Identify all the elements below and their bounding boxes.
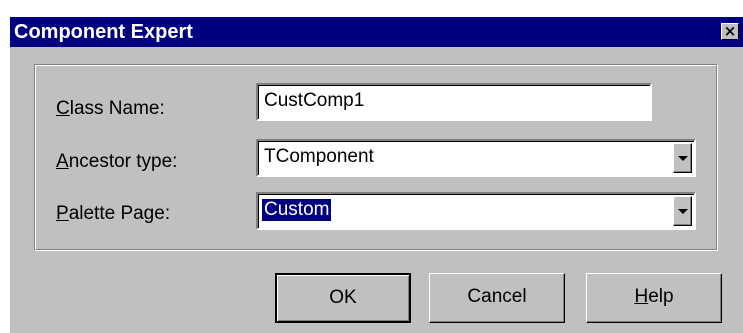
- ancestor-type-dropdown-button[interactable]: [673, 143, 692, 173]
- window-title: Component Expert: [14, 21, 193, 43]
- ancestor-type-combobox[interactable]: TComponent: [256, 139, 696, 177]
- palette-page-label: Palette Page:: [56, 203, 170, 225]
- close-icon: ×: [723, 22, 737, 40]
- ancestor-type-label-accelerator: A: [56, 151, 69, 172]
- palette-page-combobox[interactable]: Custom: [256, 192, 696, 230]
- cancel-button[interactable]: Cancel: [429, 273, 565, 323]
- component-expert-dialog: Component Expert × Class Name: CustComp1…: [0, 0, 743, 333]
- help-button-label: Help: [634, 286, 673, 307]
- background-top: [0, 0, 743, 17]
- ancestor-type-label: Ancestor type:: [56, 151, 177, 173]
- class-name-input[interactable]: CustComp1: [256, 83, 652, 121]
- close-button[interactable]: ×: [721, 23, 739, 40]
- class-name-label-text: lass Name:: [69, 98, 165, 119]
- palette-page-dropdown-button[interactable]: [673, 196, 692, 226]
- class-name-label-accelerator: C: [56, 98, 70, 119]
- class-name-label: Class Name:: [56, 98, 165, 120]
- help-label-accelerator: H: [634, 286, 649, 307]
- ancestor-type-value: TComponent: [264, 146, 374, 167]
- palette-page-label-text: alette Page:: [68, 203, 171, 224]
- palette-page-value: Custom: [262, 199, 332, 221]
- help-label-text: elp: [648, 286, 674, 307]
- title-bar[interactable]: Component Expert ×: [10, 17, 743, 47]
- background-left: [0, 0, 10, 333]
- palette-page-label-accelerator: P: [56, 203, 69, 224]
- class-name-value: CustComp1: [264, 90, 365, 111]
- ok-button[interactable]: OK: [275, 273, 411, 323]
- ancestor-type-label-text: ncestor type:: [68, 151, 178, 172]
- chevron-down-icon: [678, 156, 688, 161]
- help-button[interactable]: Help: [586, 273, 722, 323]
- chevron-down-icon: [678, 209, 688, 214]
